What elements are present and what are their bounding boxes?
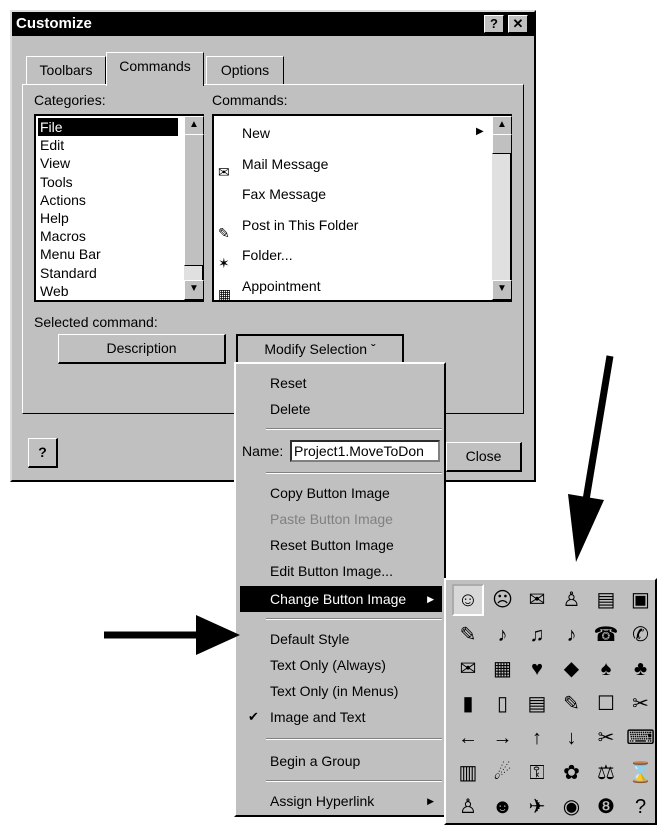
tab-commands[interactable]: Commands: [106, 52, 204, 86]
annotation-arrows: [104, 355, 614, 655]
right-arrow-icon: [104, 615, 240, 655]
down-arrow-icon: [568, 355, 614, 562]
